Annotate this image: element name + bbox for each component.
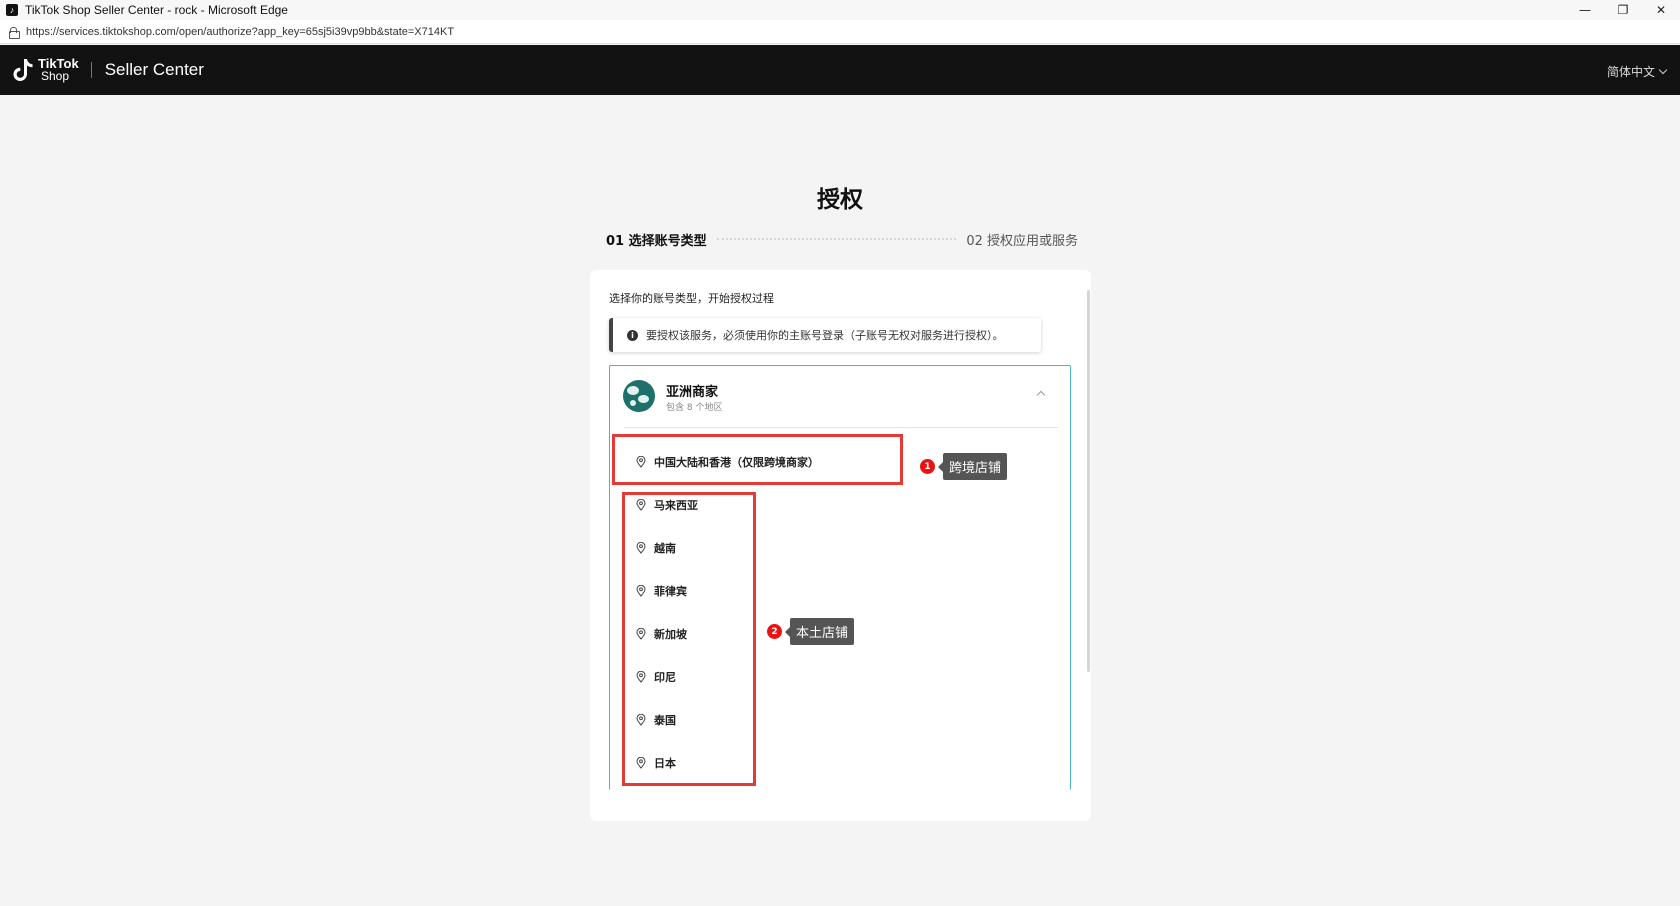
tiktok-shop-logo[interactable]: TikTok Shop: [12, 57, 79, 83]
info-icon: i: [627, 329, 638, 341]
step-connector: [716, 238, 957, 240]
close-icon[interactable]: ✕: [1642, 0, 1680, 20]
annotation-box-local: [622, 492, 756, 786]
logo-line-2: Shop: [41, 69, 70, 83]
logo-text: TikTok Shop: [38, 57, 79, 83]
annotation-tooltip-local: 本土店铺: [784, 618, 855, 645]
language-label: 简体中文: [1606, 65, 1655, 79]
window-title: TikTok Shop Seller Center - rock - Micro…: [25, 3, 288, 17]
header-divider: [90, 62, 92, 78]
annotation-tooltip-cross-border: 跨境店铺: [937, 453, 1008, 480]
annotation-badge-2: 2: [767, 624, 782, 639]
window-controls: — ❐ ✕: [1566, 0, 1680, 20]
app-name: Seller Center: [104, 60, 204, 79]
page-title: 授权: [817, 187, 863, 213]
chevron-down-icon: [1658, 65, 1668, 75]
intro-text: 选择你的账号类型，开始授权过程: [609, 292, 774, 305]
region-name: 亚洲商家: [666, 385, 719, 400]
browser-titlebar: ♪ TikTok Shop Seller Center - rock - Mic…: [0, 0, 1680, 20]
lock-icon: [9, 26, 20, 39]
step-1: 01 选择账号类型: [606, 233, 707, 249]
card-scrollbar[interactable]: [1087, 290, 1090, 672]
annotation-badge-1: 1: [920, 459, 935, 474]
restore-icon[interactable]: ❐: [1604, 0, 1642, 20]
address-bar[interactable]: https://services.tiktokshop.com/open/aut…: [0, 20, 1680, 44]
step-2: 02 授权应用或服务: [966, 233, 1078, 249]
tiktok-tab-icon: ♪: [6, 4, 18, 16]
tiktok-note-icon: [12, 57, 34, 83]
annotation-box-cross-border: [612, 434, 903, 485]
alert-text: 要授权该服务，必须使用你的主账号登录（子账号无权对服务进行授权）。: [646, 329, 1004, 342]
app-header: TikTok Shop Seller Center 简体中文: [0, 45, 1680, 95]
url-text[interactable]: https://services.tiktokshop.com/open/aut…: [26, 26, 454, 38]
info-alert: i 要授权该服务，必须使用你的主账号登录（子账号无权对服务进行授权）。: [609, 318, 1041, 352]
chevron-up-icon[interactable]: [1036, 390, 1046, 400]
region-header[interactable]: 亚洲商家 包含 8 个地区: [610, 366, 1070, 428]
globe-icon: [623, 380, 655, 412]
region-divider: [624, 427, 1058, 428]
minimize-icon[interactable]: —: [1566, 0, 1604, 20]
language-selector[interactable]: 简体中文: [1606, 63, 1668, 80]
stepper: 01 选择账号类型 02 授权应用或服务: [606, 230, 1078, 249]
region-subtitle: 包含 8 个地区: [666, 403, 723, 413]
